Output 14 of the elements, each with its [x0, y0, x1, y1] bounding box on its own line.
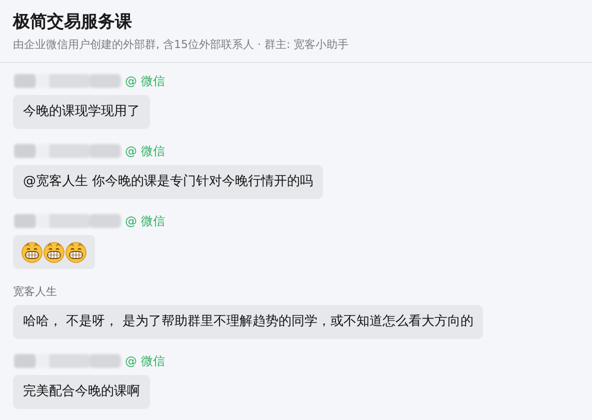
group-info: 由企业微信用户创建的外部群, 含15位外部联系人 · 群主: 宽客小助手 — [13, 38, 350, 52]
grinning-face-icon — [43, 241, 65, 263]
wechat-tag: @ 微信 — [125, 72, 165, 90]
sender-name: 宽客人生 — [13, 284, 57, 298]
grinning-face-icon — [65, 241, 87, 263]
grinning-face-icon — [21, 241, 43, 263]
message-bubble: 哈哈， 不是呀， 是为了帮助群里不理解趋势的同学，或不知道怎么看大方向的 — [13, 305, 484, 339]
wechat-tag: @ 微信 — [125, 212, 165, 230]
message-bubble: 完美配合今晚的课啊 — [13, 375, 150, 409]
wechat-tag: @ 微信 — [125, 142, 165, 160]
wechat-tag: @ 微信 — [125, 352, 165, 370]
group-title: 极简交易服务课 — [13, 11, 133, 33]
message-bubble: 今晚的课现学现用了 — [13, 95, 150, 129]
message-bubble: @宽客人生 你今晚的课是专门针对今晚行情开的吗 — [13, 165, 324, 199]
